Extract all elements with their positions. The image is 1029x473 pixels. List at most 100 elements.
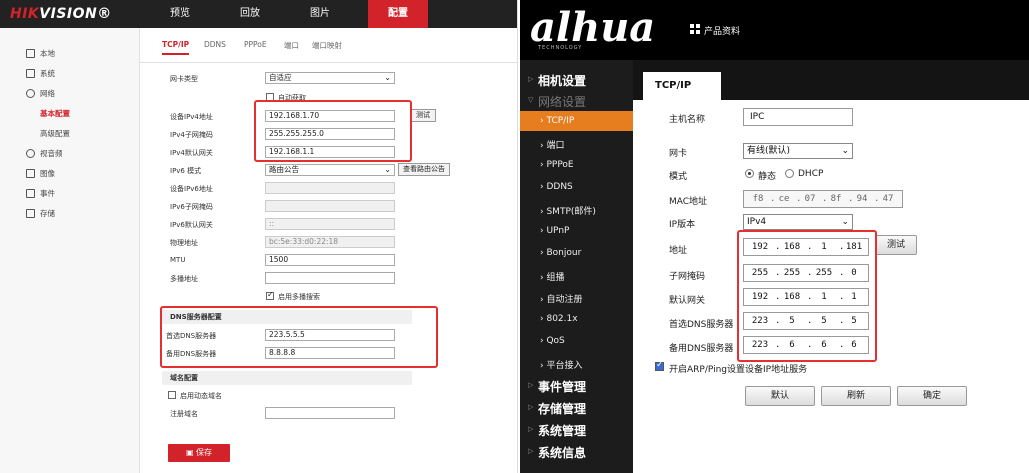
default-button[interactable]: 默认 bbox=[745, 386, 815, 406]
chevron-down-icon: ⌄ bbox=[384, 165, 391, 174]
multicast-field[interactable] bbox=[265, 272, 395, 284]
nav-playback[interactable]: 回放 bbox=[230, 0, 270, 28]
sidebar-item-storage[interactable]: ▷ 存储管理 bbox=[520, 400, 633, 417]
dns2-label: 备用DNS服务器 bbox=[669, 344, 734, 354]
mac-field: bc:5e:33:d0:22:18 bbox=[265, 236, 395, 248]
sidebar-item-port[interactable]: › 端口 bbox=[520, 138, 633, 151]
ipv4-mask-label: IPv4子网掩码 bbox=[170, 131, 213, 139]
ipv6-mode-select[interactable]: 路由公告 ⌄ bbox=[265, 164, 395, 176]
chevron-right-icon: ▷ bbox=[528, 425, 534, 433]
register-domain-field[interactable] bbox=[265, 407, 395, 419]
tab-pppoe[interactable]: PPPoE bbox=[244, 40, 267, 49]
ipv4-address-label: 设备IPv4地址 bbox=[170, 113, 213, 121]
save-button[interactable]: ▣ 保存 bbox=[168, 444, 230, 462]
sidebar-item-upnp[interactable]: › UPnP bbox=[520, 226, 633, 236]
sidebar-item-pppoe[interactable]: › PPPoE bbox=[520, 160, 633, 170]
tab-port-mapping[interactable]: 端口映射 bbox=[312, 40, 342, 51]
nic-type-select[interactable]: 自适应 ⌄ bbox=[265, 72, 395, 84]
sidebar-item-advanced-config[interactable]: 高级配置 bbox=[0, 124, 140, 144]
mac-label: MAC地址 bbox=[669, 197, 708, 207]
ipv6-gateway-field: :: bbox=[265, 218, 395, 230]
sidebar-item-event[interactable]: ▷ 事件管理 bbox=[520, 378, 633, 395]
mtu-label: MTU bbox=[170, 256, 186, 264]
hik-top-bar: HIKVISION® 预览 回放 图片 配置 bbox=[0, 0, 517, 28]
gateway-label: 默认网关 bbox=[669, 296, 706, 306]
view-route-button[interactable]: 查看路由公告 bbox=[398, 163, 450, 176]
dynamic-domain-label: 启用动态域名 bbox=[180, 392, 222, 400]
sidebar-item-basic-config[interactable]: 基本配置 bbox=[0, 104, 140, 124]
mask-label: 子网掩码 bbox=[669, 272, 706, 282]
ipv6-mode-label: IPv6 模式 bbox=[170, 167, 202, 175]
image-icon bbox=[26, 169, 35, 178]
mode-static-label: 静态 bbox=[758, 172, 777, 182]
arp-ping-checkbox[interactable] bbox=[655, 360, 664, 371]
sidebar-item-video-audio[interactable]: 视音频 bbox=[0, 144, 140, 164]
sidebar-item-8021x[interactable]: › 802.1x bbox=[520, 314, 633, 324]
sidebar-item-auto-register[interactable]: › 自动注册 bbox=[520, 292, 633, 305]
tab-ddns[interactable]: DDNS bbox=[204, 40, 226, 49]
sidebar-item-platform[interactable]: › 平台接入 bbox=[520, 358, 633, 371]
tab-divider bbox=[140, 62, 517, 63]
sidebar-item-system[interactable]: ▷ 系统管理 bbox=[520, 422, 633, 439]
sidebar-item-event[interactable]: 事件 bbox=[0, 184, 140, 204]
hostname-label: 主机名称 bbox=[669, 115, 706, 125]
sidebar-item-network[interactable]: 网络 bbox=[0, 84, 140, 104]
dh-sidebar: ▷ 相机设置 ▽ 网络设置 › TCP/IP › 端口 › PPPoE › DDNS… bbox=[520, 60, 633, 473]
tab-tcpip[interactable]: TCP/IP bbox=[162, 40, 190, 55]
mode-static-radio[interactable] bbox=[745, 169, 754, 178]
highlight-ip-box bbox=[737, 230, 877, 362]
dynamic-domain-checkbox[interactable] bbox=[168, 391, 176, 399]
system-icon bbox=[26, 69, 35, 78]
arp-ping-label: 开启ARP/Ping设置设备IP地址服务 bbox=[669, 365, 808, 375]
save-icon: ▣ bbox=[185, 448, 197, 457]
sidebar-item-tcpip[interactable]: › TCP/IP bbox=[520, 111, 633, 131]
ipv6-mask-label: IPv6子网掩码 bbox=[170, 203, 213, 211]
dahua-logo: alhua bbox=[530, 4, 656, 51]
dns1-label: 首选DNS服务器 bbox=[669, 320, 734, 330]
multicast-label: 多播地址 bbox=[170, 275, 198, 283]
sidebar-item-storage[interactable]: 存储 bbox=[0, 204, 140, 224]
nic-select[interactable]: 有线(默认) ⌄ bbox=[743, 143, 853, 159]
sidebar-item-multicast[interactable]: › 组播 bbox=[520, 270, 633, 283]
comparison-screenshot: HIKVISION® 预览 回放 图片 配置 本地 系统 网络 基本配置 高级配… bbox=[0, 0, 1029, 473]
ipv6-gateway-label: IPv6默认网关 bbox=[170, 221, 213, 229]
product-docs-link[interactable]: 产品资料 bbox=[704, 24, 740, 37]
sidebar-item-ddns[interactable]: › DDNS bbox=[520, 182, 633, 192]
hik-logo: HIKVISION® bbox=[10, 6, 112, 22]
sidebar-item-info[interactable]: ▷ 系统信息 bbox=[520, 444, 633, 461]
dahua-panel: alhua TECHNOLOGY 产品资料 ▷ 相机设置 ▽ 网络设置 › TCP/… bbox=[520, 0, 1029, 473]
confirm-button[interactable]: 确定 bbox=[897, 386, 967, 406]
chevron-right-icon: ▷ bbox=[528, 447, 534, 455]
nav-config[interactable]: 配置 bbox=[368, 0, 428, 28]
ipv6-mask-field bbox=[265, 200, 395, 212]
nav-picture[interactable]: 图片 bbox=[300, 0, 340, 28]
nav-preview[interactable]: 预览 bbox=[160, 0, 200, 28]
sidebar-item-image[interactable]: 图像 bbox=[0, 164, 140, 184]
chevron-down-icon: ▽ bbox=[528, 96, 534, 104]
sidebar-item-local[interactable]: 本地 bbox=[0, 44, 140, 64]
sidebar-item-bonjour[interactable]: › Bonjour bbox=[520, 248, 633, 258]
sidebar-item-qos[interactable]: › QoS bbox=[520, 336, 633, 346]
sidebar-item-network[interactable]: ▽ 网络设置 bbox=[520, 93, 633, 110]
tab-tcpip[interactable]: TCP/IP bbox=[643, 72, 721, 100]
highlight-dns-box bbox=[160, 306, 438, 368]
chevron-down-icon: ⌄ bbox=[841, 217, 849, 227]
ip-version-select[interactable]: IPv4 ⌄ bbox=[743, 214, 853, 230]
tab-port[interactable]: 端口 bbox=[284, 40, 299, 51]
globe-icon bbox=[26, 89, 35, 98]
mtu-field[interactable]: 1500 bbox=[265, 254, 395, 266]
dahua-logo-sub: TECHNOLOGY bbox=[538, 45, 583, 51]
storage-icon bbox=[26, 209, 35, 218]
hostname-field[interactable]: IPC bbox=[743, 108, 853, 126]
hik-sidebar: 本地 系统 网络 基本配置 高级配置 视音频 图像 事件 存储 bbox=[0, 28, 140, 473]
chevron-down-icon: ⌄ bbox=[384, 73, 391, 82]
sidebar-item-camera[interactable]: ▷ 相机设置 bbox=[520, 72, 633, 89]
refresh-button[interactable]: 刷新 bbox=[821, 386, 891, 406]
sidebar-item-system[interactable]: 系统 bbox=[0, 64, 140, 84]
test-button[interactable]: 测试 bbox=[410, 109, 436, 122]
test-button[interactable]: 测试 bbox=[875, 235, 917, 255]
multicast-search-checkbox[interactable] bbox=[266, 290, 274, 300]
mode-dhcp-radio[interactable] bbox=[785, 169, 794, 178]
sidebar-item-smtp[interactable]: › SMTP(邮件) bbox=[520, 204, 633, 217]
chevron-right-icon: ▷ bbox=[528, 403, 534, 411]
